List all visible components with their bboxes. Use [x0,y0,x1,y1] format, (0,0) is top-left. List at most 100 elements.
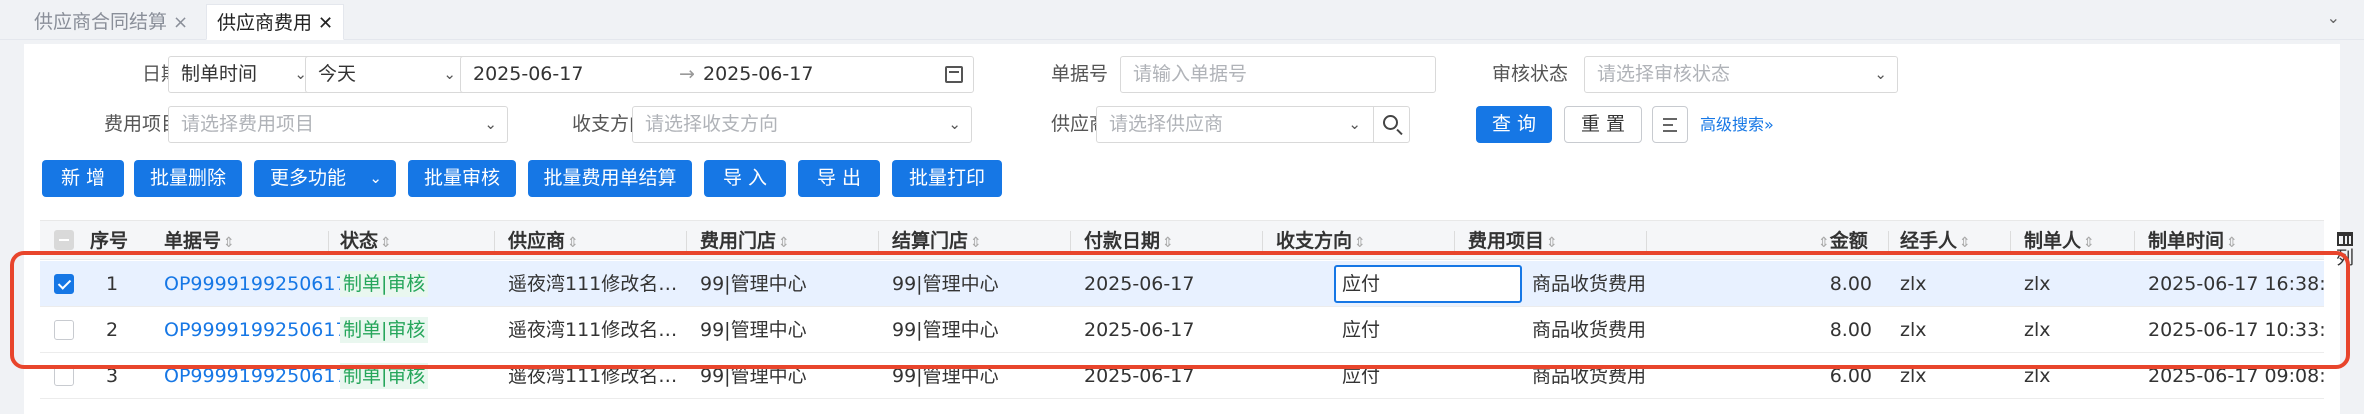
sort-icon[interactable]: ⇕ [380,235,392,251]
cell-amount: 8.00 [1829,319,1872,341]
status-badge: 制单|审核 [340,271,429,297]
batch-settle-button[interactable]: 批量费用单结算 [528,160,692,197]
cell-created-at: 2025-06-17 10:33:3 [2148,319,2324,341]
sort-icon[interactable]: ⇕ [1354,235,1366,251]
more-functions-button[interactable]: 更多功能 ⌄ [254,160,396,197]
chevron-down-icon: ⌄ [443,65,456,83]
cell-supplier: 遥夜湾111修改名… [508,319,678,341]
sort-icon[interactable]: ⇕ [1818,235,1830,251]
table-columns-icon [2337,232,2353,246]
cell-settle-store: 99|管理中心 [892,319,999,341]
col-amount[interactable]: ⇕金额 [1816,221,1868,261]
more-functions-label: 更多功能 [270,167,347,189]
date-label: 日期 [141,63,180,85]
cell-handler: zlx [1900,365,1927,387]
cell-creator: zlx [2024,319,2051,341]
sort-icon[interactable]: ⇕ [2226,235,2238,251]
calendar-icon[interactable] [945,66,963,83]
table-row[interactable]: 2 OP99991992506170003 制单|审核 遥夜湾111修改名… 9… [40,307,2324,353]
date-to[interactable]: 2025-06-17 [703,57,813,92]
search-icon [1383,115,1398,130]
date-type-select[interactable]: 制单时间 ⌄ [168,56,318,93]
row-checkbox[interactable] [54,366,74,386]
column-settings[interactable]: 列 [2330,228,2360,272]
sort-icon[interactable]: ⇕ [2083,235,2095,251]
col-label: 收支方向 [1276,230,1353,252]
date-from[interactable]: 2025-06-17 [473,63,583,85]
cell-direction: 应付 [1342,365,1381,387]
table-row[interactable]: 3 OP99991992506170001 制单|审核 遥夜湾111修改名… 9… [40,353,2324,399]
col-bill-no[interactable]: 单据号 ⇕ [164,221,235,261]
chevron-down-icon: ⌄ [1874,65,1887,83]
fee-item-placeholder: 请选择费用项目 [181,113,315,135]
filter-settings-icon[interactable] [1652,106,1688,143]
export-button[interactable]: 导 出 [798,160,880,197]
cell-fee-item: 商品收货费用 [1532,273,1647,295]
direction-placeholder: 请选择收支方向 [645,113,779,135]
col-supplier[interactable]: 供应商 ⇕ [508,221,579,261]
col-handler[interactable]: 经手人 ⇕ [1900,221,1971,261]
reset-button[interactable]: 重 置 [1564,106,1642,143]
col-pay-date[interactable]: 付款日期 ⇕ [1084,221,1174,261]
chevron-down-icon: ⌄ [948,115,961,133]
cell-pay-date: 2025-06-17 [1084,365,1195,387]
audit-status-select[interactable]: 请选择审核状态 ⌄ [1584,56,1898,93]
tab-supplier-fees[interactable]: 供应商费用 ✕ [206,4,345,40]
bill-no-input[interactable]: 请输入单据号 [1120,56,1436,93]
arrow-right-icon: → [679,63,695,85]
sort-icon[interactable]: ⇕ [1959,235,1971,251]
sort-icon[interactable]: ⇕ [970,235,982,251]
cell-supplier: 遥夜湾111修改名… [508,273,678,295]
col-fee-item[interactable]: 费用项目 ⇕ [1468,221,1558,261]
batch-audit-button[interactable]: 批量审核 [408,160,516,197]
chevron-down-icon: ⌄ [484,115,497,133]
select-all-checkbox[interactable] [54,230,74,250]
table-row[interactable]: 1 OP99991992506170004 制单|审核 遥夜湾111修改名… 9… [40,261,2324,307]
col-label: 单据号 [164,230,222,252]
col-created-at[interactable]: 制单时间 ⇕ [2148,221,2238,261]
cell-handler: zlx [1900,319,1927,341]
row-checkbox[interactable] [54,274,74,294]
close-icon[interactable]: ✕ [318,13,333,34]
import-button[interactable]: 导 入 [704,160,786,197]
bill-no-placeholder: 请输入单据号 [1133,63,1248,85]
supplier-select[interactable]: 请选择供应商 ⌄ [1096,106,1410,143]
audit-status-label: 审核状态 [1491,63,1568,85]
col-label: 供应商 [508,230,566,252]
row-checkbox[interactable] [54,320,74,340]
batch-print-button[interactable]: 批量打印 [892,160,1002,197]
add-button[interactable]: 新 增 [42,160,124,197]
col-status[interactable]: 状态 ⇕ [340,221,392,261]
direction-select[interactable]: 请选择收支方向 ⌄ [632,106,972,143]
date-range-value: 今天 [318,63,357,85]
sort-icon[interactable]: ⇕ [1546,235,1558,251]
date-range-picker[interactable]: 2025-06-17 → 2025-06-17 [460,56,974,93]
search-button[interactable] [1373,107,1409,142]
col-settle-store[interactable]: 结算门店 ⇕ [892,221,982,261]
tab-supplier-contract-settlement[interactable]: 供应商合同结算 × [24,4,198,40]
cell-settle-store: 99|管理中心 [892,273,999,295]
chevron-down-icon: ⌄ [1348,115,1361,133]
cell-direction-editor[interactable]: 应付 [1334,265,1522,303]
col-direction[interactable]: 收支方向 ⇕ [1276,221,1366,261]
cell-settle-store: 99|管理中心 [892,365,999,387]
advanced-search-link[interactable]: 高级搜索» [1700,106,1774,143]
date-range-select[interactable]: 今天 ⌄ [305,56,467,93]
status-badge: 制单|审核 [340,317,429,343]
fee-item-select[interactable]: 请选择费用项目 ⌄ [168,106,508,143]
col-label: 付款日期 [1084,230,1161,252]
chevron-down-icon[interactable]: ⌄ [2327,8,2340,27]
col-creator[interactable]: 制单人 ⇕ [2024,221,2095,261]
cell-store: 99|管理中心 [700,365,807,387]
batch-delete-button[interactable]: 批量删除 [134,160,242,197]
col-label: 经手人 [1900,230,1958,252]
sort-icon[interactable]: ⇕ [567,235,579,251]
sort-icon[interactable]: ⇕ [223,235,235,251]
sort-icon[interactable]: ⇕ [1162,235,1174,251]
col-label: 状态 [340,230,379,252]
sort-icon[interactable]: ⇕ [778,235,790,251]
col-store[interactable]: 费用门店 ⇕ [700,221,790,261]
query-button[interactable]: 查 询 [1476,106,1552,143]
bill-no-label: 单据号 [1050,63,1108,85]
close-icon[interactable]: × [173,12,188,33]
